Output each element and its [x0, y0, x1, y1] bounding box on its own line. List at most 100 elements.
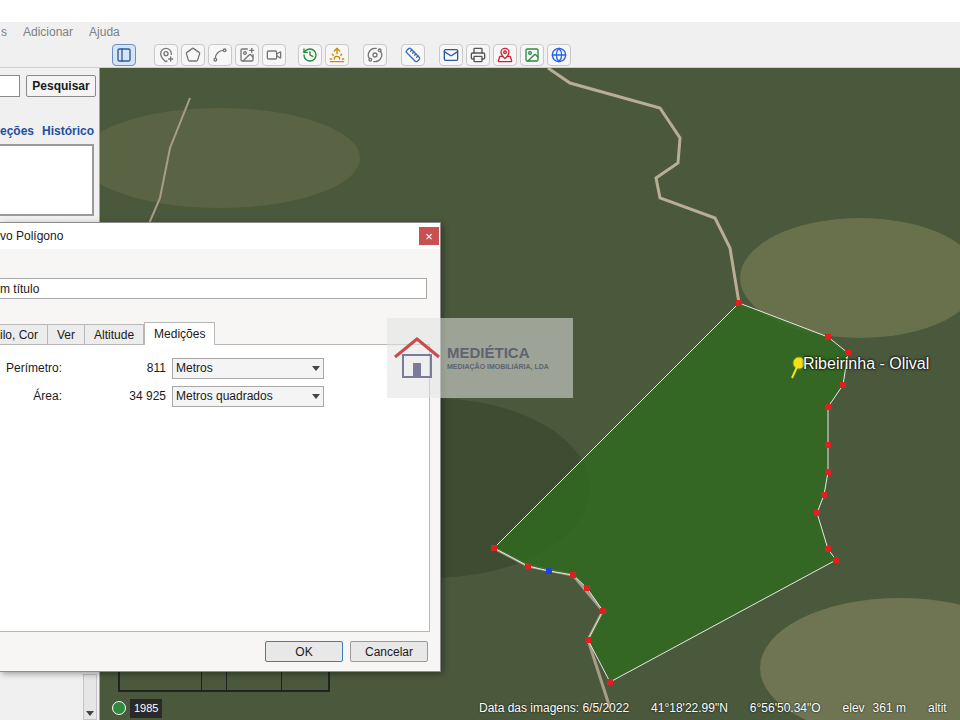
- unit-select[interactable]: Metros quadrados: [172, 386, 324, 407]
- polygon-vertex[interactable]: [607, 679, 613, 685]
- latitude: 41°18'22.99"N: [651, 699, 728, 717]
- sidebar-icon: [116, 47, 132, 63]
- dropdown-arrow-icon: [312, 394, 320, 399]
- measurement-label: Área:: [0, 387, 62, 405]
- polygon-vertex[interactable]: [546, 568, 552, 574]
- add-placemark[interactable]: [154, 44, 178, 66]
- polygon-vertex[interactable]: [821, 492, 827, 498]
- globe-icon: [551, 47, 567, 63]
- add-polygon[interactable]: [181, 44, 205, 66]
- polygon-vertex[interactable]: [825, 546, 831, 552]
- scrollbar[interactable]: [83, 674, 97, 720]
- menu-item[interactable]: Adicionar: [22, 23, 74, 41]
- measurement-value: 811: [62, 359, 166, 377]
- year-label: 1985: [130, 699, 162, 718]
- maps-icon: [497, 47, 513, 63]
- polygon-vertex[interactable]: [825, 469, 831, 475]
- path-icon: [212, 47, 228, 63]
- mail-icon: [443, 47, 459, 63]
- panel-tab[interactable]: eções: [0, 122, 34, 140]
- scale-ruler: [118, 672, 330, 692]
- dropdown-arrow-icon: [86, 711, 94, 716]
- dialog-title: vo Polígono: [0, 227, 63, 245]
- panel-tabs: eções Histórico: [0, 122, 99, 140]
- polygon-vertex[interactable]: [525, 563, 531, 569]
- polygon-vertex[interactable]: [736, 300, 742, 306]
- measurement-row: Área:34 925 Metros quadrados: [0, 385, 429, 407]
- search-button[interactable]: Pesquisar: [26, 75, 96, 97]
- clock-icon: [302, 47, 318, 63]
- polygon-vertex[interactable]: [825, 404, 831, 410]
- polygon-vertex[interactable]: [570, 572, 576, 578]
- menu-bar: s Adicionar Ajuda: [0, 22, 960, 42]
- sun-icon: [329, 47, 345, 63]
- polygon-icon: [185, 47, 201, 63]
- toolbar: [0, 42, 960, 68]
- imagery-date: Data das imagens: 6/5/2022: [479, 699, 629, 717]
- placemark-label[interactable]: Ribeirinha - Olival: [803, 352, 929, 376]
- tour-icon: [266, 47, 282, 63]
- email[interactable]: [439, 44, 463, 66]
- dialog-tabs: ilo, CorVerAltitudeMedições: [0, 322, 430, 345]
- measurement-label: Perímetro:: [0, 359, 62, 377]
- view-in-maps[interactable]: [493, 44, 517, 66]
- add-overlay[interactable]: [235, 44, 259, 66]
- save-image[interactable]: [520, 44, 544, 66]
- watermark-subtitle: MEDIAÇÃO IMOBILIÁRIA, LDA: [447, 363, 549, 372]
- dialog-tab[interactable]: Medições: [144, 322, 215, 345]
- record-tour[interactable]: [262, 44, 286, 66]
- close-button[interactable]: ×: [419, 227, 439, 245]
- sunlight[interactable]: [325, 44, 349, 66]
- print[interactable]: [466, 44, 490, 66]
- dialog-tab[interactable]: Ver: [48, 324, 85, 344]
- dialog-title-bar: vo Polígono ×: [0, 223, 440, 249]
- unit-select[interactable]: Metros: [172, 358, 324, 379]
- historical-year[interactable]: 1985: [112, 699, 162, 718]
- polygon-vertex[interactable]: [585, 637, 591, 643]
- menu-item[interactable]: s: [0, 23, 8, 41]
- switch-planet[interactable]: [363, 44, 387, 66]
- polygon-vertex[interactable]: [840, 382, 846, 388]
- name-input[interactable]: m título: [0, 278, 427, 299]
- planet-icon: [367, 47, 383, 63]
- menu-item[interactable]: Ajuda: [88, 23, 121, 41]
- measurement-value: 34 925: [62, 387, 166, 405]
- polygon-vertex[interactable]: [833, 557, 839, 563]
- longitude: 6°56'50.34"O: [750, 699, 821, 717]
- earth-gallery[interactable]: [547, 44, 571, 66]
- eye-altitude: altit: [928, 699, 947, 717]
- polygon-dialog: vo Polígono×m títuloilo, CorVerAltitudeM…: [0, 222, 441, 672]
- ruler[interactable]: [401, 44, 425, 66]
- year-globe-icon: [112, 701, 126, 715]
- elevation: elev361 m: [843, 699, 906, 717]
- printer-icon: [470, 47, 486, 63]
- ok-button[interactable]: OK: [265, 641, 343, 662]
- image-icon: [524, 47, 540, 63]
- historical-imagery[interactable]: [298, 44, 322, 66]
- measurement-row: Perímetro:811 Metros: [0, 357, 429, 379]
- polygon-vertex[interactable]: [825, 334, 831, 340]
- house-logo-icon: [391, 335, 443, 381]
- status-bar: Data das imagens: 6/5/2022 41°18'22.99"N 6…: [479, 699, 947, 717]
- top-strip: [0, 0, 960, 22]
- watermark-name: MEDIÉTICA: [447, 344, 549, 363]
- polygon-vertex[interactable]: [814, 510, 820, 516]
- measurements-panel: Perímetro:811 Metros Área:34 925 Metros qua…: [0, 345, 430, 632]
- add-path[interactable]: [208, 44, 232, 66]
- dialog-tab[interactable]: Altitude: [85, 324, 144, 344]
- ruler-icon: [405, 47, 421, 63]
- watermark: MEDIÉTICAMEDIAÇÃO IMOBILIÁRIA, LDA: [387, 318, 573, 398]
- search-input[interactable]: [0, 75, 20, 97]
- dropdown-arrow-icon: [312, 366, 320, 371]
- cancel-button[interactable]: Cancelar: [350, 641, 428, 662]
- google-earth-window: s Adicionar Ajuda Pesquisar eções Histórico Ri…: [0, 0, 960, 720]
- polygon-vertex[interactable]: [491, 545, 497, 551]
- polygon-vertex[interactable]: [825, 442, 831, 448]
- sidebar-toggle[interactable]: [112, 44, 136, 66]
- polygon-vertex[interactable]: [600, 608, 606, 614]
- search-row: Pesquisar: [0, 75, 99, 97]
- overlay-icon: [239, 47, 255, 63]
- panel-tab[interactable]: Histórico: [42, 122, 94, 140]
- dialog-tab[interactable]: ilo, Cor: [0, 324, 48, 344]
- polygon-vertex[interactable]: [584, 585, 590, 591]
